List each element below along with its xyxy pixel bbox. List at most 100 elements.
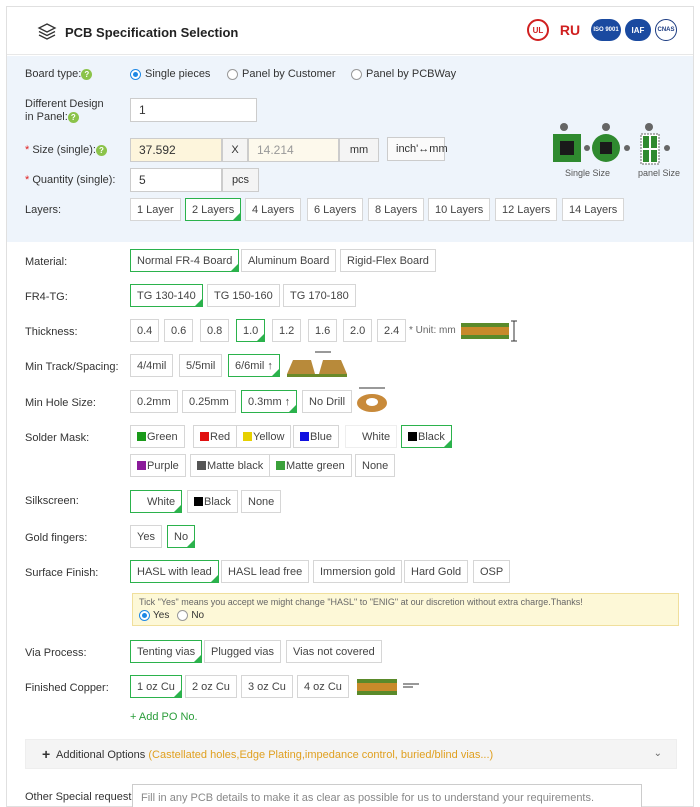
material-aluminum[interactable]: Aluminum Board (241, 249, 337, 272)
mask-yellow[interactable]: Yellow (236, 425, 292, 448)
hole-0-2[interactable]: 0.2mm (130, 390, 178, 413)
quantity-input[interactable]: 5 (130, 168, 222, 192)
thickness-0-6[interactable]: 0.6 (164, 319, 194, 342)
mask-matte-green[interactable]: Matte green (269, 454, 352, 477)
mask-black[interactable]: Black (401, 425, 452, 448)
layer-option-8[interactable]: 8 Layers (368, 198, 425, 221)
silkscreen-label: Silkscreen: (25, 495, 79, 507)
track-6-6[interactable]: 6/6mil ↑ (228, 354, 280, 377)
swatch (137, 461, 146, 470)
thickness-0-4[interactable]: 0.4 (130, 319, 160, 342)
thickness-0-8[interactable]: 0.8 (200, 319, 230, 342)
mask-matte-black[interactable]: Matte black (190, 454, 271, 477)
thickness-unit-note: * Unit: mm (409, 325, 456, 336)
finish-osp[interactable]: OSP (473, 560, 511, 583)
material-label: Material: (25, 256, 68, 268)
via-label: Via Process: (25, 647, 87, 659)
special-request-label: Other Special request: (25, 791, 135, 803)
radio-dot[interactable] (351, 68, 362, 80)
radio-single-pieces[interactable]: Single pieces (130, 68, 210, 80)
basic-spec-section: Board type:? Single pieces Panel by Cust… (7, 56, 693, 242)
different-design-label: Different Design in Panel:? (25, 98, 104, 123)
radio-dot[interactable] (177, 610, 189, 621)
quantity-label: * Quantity (single): (25, 174, 116, 186)
mask-green[interactable]: Green (130, 425, 185, 448)
gold-no[interactable]: No (167, 525, 196, 548)
material-rigid-flex[interactable]: Rigid-Flex Board (340, 249, 436, 272)
size-height-input[interactable]: 14.214 (248, 138, 339, 162)
copper-2oz[interactable]: 2 oz Cu (185, 675, 237, 698)
radio-panel-pcbway[interactable]: Panel by PCBWay (351, 68, 456, 80)
mask-none[interactable]: None (355, 454, 396, 477)
thickness-1-6[interactable]: 1.6 (308, 319, 338, 342)
finish-hasl-free[interactable]: HASL lead free (221, 560, 310, 583)
hole-0-3[interactable]: 0.3mm ↑ (241, 390, 298, 413)
copper-3oz[interactable]: 3 oz Cu (241, 675, 293, 698)
gold-yes[interactable]: Yes (130, 525, 162, 548)
finish-hard-gold[interactable]: Hard Gold (404, 560, 469, 583)
mask-blue[interactable]: Blue (293, 425, 340, 448)
different-design-input[interactable]: 1 (130, 98, 257, 122)
help-icon[interactable]: ? (81, 68, 93, 80)
unit-convert-button[interactable]: inch'↔mm (387, 137, 448, 161)
thickness-1-2[interactable]: 1.2 (272, 319, 302, 342)
additional-options-toggle[interactable]: + Additional Options (Castellated holes,… (25, 739, 677, 769)
layer-option-14[interactable]: 14 Layers (562, 198, 625, 221)
thickness-illustration (461, 320, 517, 342)
radio-dot[interactable] (139, 610, 150, 621)
notice-no-radio[interactable]: No (177, 610, 204, 621)
thickness-2-4[interactable]: 2.4 (377, 319, 407, 342)
pcb-spec-panel: PCB Specification Selection UL RU ISO 90… (6, 6, 694, 807)
silk-none[interactable]: None (241, 490, 282, 513)
silk-white[interactable]: White (130, 490, 183, 513)
hole-0-25[interactable]: 0.25mm (182, 390, 236, 413)
layer-option-2[interactable]: 2 Layers (185, 198, 242, 221)
hole-no-drill[interactable]: No Drill (302, 390, 353, 413)
track-5-5[interactable]: 5/5mil (179, 354, 223, 377)
special-request-input[interactable]: Fill in any PCB details to make it as cl… (132, 784, 642, 807)
page-title: PCB Specification Selection (65, 25, 239, 40)
gold-fingers-label: Gold fingers: (25, 532, 88, 544)
finish-immersion-gold[interactable]: Immersion gold (313, 560, 403, 583)
copper-4oz[interactable]: 4 oz Cu (297, 675, 349, 698)
via-plugged[interactable]: Plugged vias (204, 640, 281, 663)
thickness-2-0[interactable]: 2.0 (343, 319, 373, 342)
silk-black[interactable]: Black (187, 490, 238, 513)
copper-1oz[interactable]: 1 oz Cu (130, 675, 182, 698)
size-unit: mm (339, 138, 379, 162)
copper-illustration (357, 679, 419, 695)
material-fr4[interactable]: Normal FR-4 Board (130, 249, 240, 272)
size-label: * Size (single):? (25, 144, 107, 157)
radio-dot[interactable] (227, 68, 238, 80)
via-tenting[interactable]: Tenting vias (130, 640, 203, 663)
finish-hasl-lead[interactable]: HASL with lead (130, 560, 219, 583)
thickness-label: Thickness: (25, 326, 78, 338)
add-po-link[interactable]: + Add PO No. (130, 711, 198, 723)
size-width-input[interactable]: 37.592 (130, 138, 222, 162)
track-label: Min Track/Spacing: (25, 361, 119, 373)
panel-size-image (639, 122, 679, 166)
layer-option-4[interactable]: 4 Layers (245, 198, 302, 221)
radio-dot[interactable] (130, 68, 141, 80)
help-icon[interactable]: ? (95, 144, 107, 156)
tg-130[interactable]: TG 130-140 (130, 284, 203, 307)
tg-150[interactable]: TG 150-160 (207, 284, 280, 307)
copper-label: Finished Copper: (25, 682, 109, 694)
layers-label: Layers: (25, 204, 62, 216)
help-icon[interactable]: ? (67, 111, 79, 123)
mask-red[interactable]: Red (193, 425, 238, 448)
hasl-enig-notice: Tick "Yes" means you accept we might cha… (132, 593, 679, 626)
mask-purple[interactable]: Purple (130, 454, 186, 477)
mask-white[interactable]: White (345, 425, 398, 448)
notice-yes-radio[interactable]: Yes (139, 610, 169, 621)
layer-option-10[interactable]: 10 Layers (428, 198, 491, 221)
track-4-4[interactable]: 4/4mil (130, 354, 174, 377)
thickness-1-0[interactable]: 1.0 (236, 319, 266, 342)
layer-option-12[interactable]: 12 Layers (495, 198, 558, 221)
radio-panel-customer[interactable]: Panel by Customer (227, 68, 336, 80)
layer-option-6[interactable]: 6 Layers (307, 198, 364, 221)
swatch (408, 432, 417, 441)
via-not-covered[interactable]: Vias not covered (286, 640, 382, 663)
tg-170[interactable]: TG 170-180 (283, 284, 356, 307)
layer-option-1[interactable]: 1 Layer (130, 198, 181, 221)
